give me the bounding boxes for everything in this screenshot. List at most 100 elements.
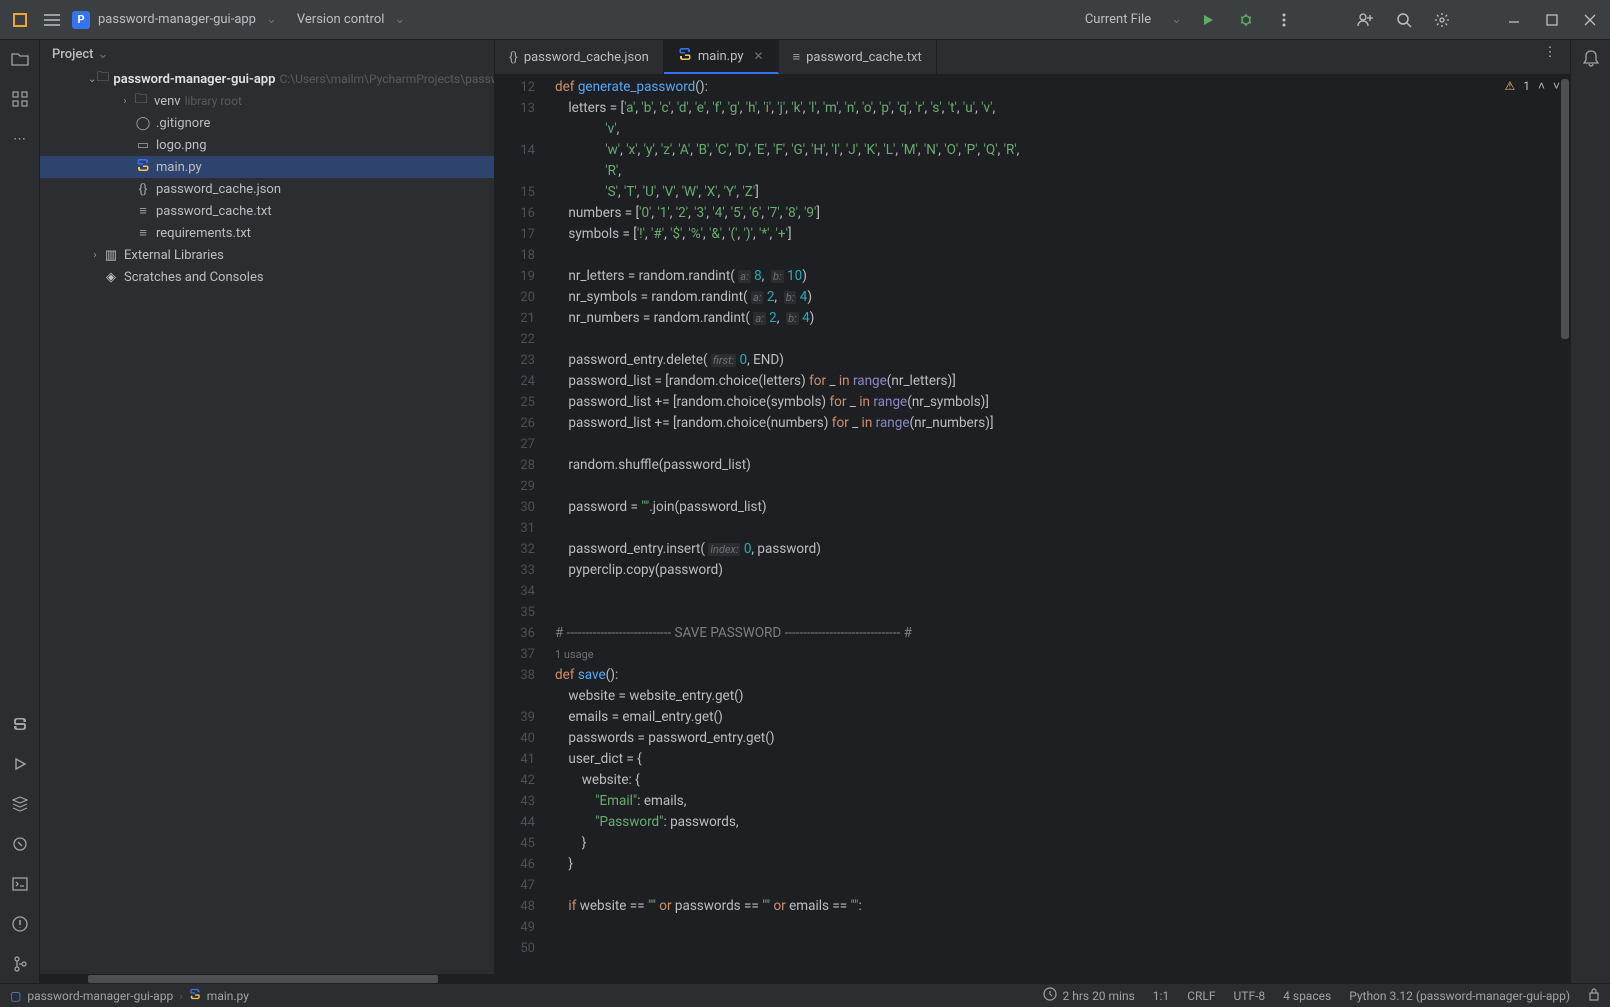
tree-scratches[interactable]: ◈ Scratches and Consoles bbox=[40, 266, 494, 288]
image-icon: ▭ bbox=[134, 138, 152, 153]
breadcrumb-root[interactable]: password-manager-gui-app bbox=[27, 989, 173, 1003]
breadcrumb-file[interactable]: main.py bbox=[207, 989, 249, 1003]
chevron-down-icon[interactable]: ⌄ bbox=[1171, 12, 1182, 27]
prev-highlight-icon[interactable]: ˄ bbox=[1538, 79, 1545, 93]
scrollbar-thumb[interactable] bbox=[88, 975, 438, 983]
tab-more-icon[interactable]: ⋮ bbox=[1538, 40, 1562, 64]
run-config-label[interactable]: Current File bbox=[1085, 12, 1151, 27]
structure-tool-icon[interactable] bbox=[9, 88, 31, 110]
minimize-icon[interactable] bbox=[1502, 8, 1526, 32]
tab-password-cache-json[interactable]: {} password_cache.json bbox=[495, 40, 664, 74]
status-bar: ▢ password-manager-gui-app › main.py 2 h… bbox=[0, 983, 1610, 1007]
python-packages-icon[interactable] bbox=[9, 833, 31, 855]
status-time[interactable]: 2 hrs 20 mins bbox=[1063, 989, 1135, 1003]
toolbar-left: P password-manager-gui-app ⌄ Version con… bbox=[8, 8, 1085, 32]
maximize-icon[interactable] bbox=[1540, 8, 1564, 32]
warning-count: 1 bbox=[1523, 79, 1530, 93]
project-tool-icon[interactable] bbox=[9, 48, 31, 70]
tree-item-label: main.py bbox=[156, 160, 202, 175]
search-icon[interactable] bbox=[1392, 8, 1416, 32]
json-icon: {} bbox=[134, 182, 152, 197]
project-panel-header[interactable]: Project ⌄ bbox=[40, 40, 494, 68]
editor-scrollbar-v[interactable] bbox=[1558, 75, 1570, 983]
folder-icon: 🗀 bbox=[132, 90, 150, 112]
chevron-right-icon[interactable]: › bbox=[118, 96, 132, 107]
chevron-down-icon[interactable]: ⌄ bbox=[88, 74, 96, 85]
python-icon bbox=[678, 47, 692, 65]
tree-venv[interactable]: › 🗀 venv library root bbox=[40, 90, 494, 112]
tree-requirements[interactable]: ≡ requirements.txt bbox=[40, 222, 494, 244]
project-name[interactable]: password-manager-gui-app bbox=[98, 12, 256, 27]
vcs-tool-icon[interactable] bbox=[9, 953, 31, 975]
tree-item-label: venv bbox=[154, 94, 181, 109]
scratches-icon: ◈ bbox=[102, 270, 120, 285]
right-tool-rail bbox=[1570, 40, 1610, 983]
statusbar-right: 2 hrs 20 mins 1:1 CRLF UTF-8 4 spaces Py… bbox=[1043, 987, 1601, 1004]
project-panel-title: Project bbox=[52, 47, 93, 62]
tab-main-py[interactable]: main.py ✕ bbox=[664, 40, 779, 74]
tab-password-cache-txt[interactable]: ≡ password_cache.txt bbox=[779, 40, 937, 74]
txt-icon: ≡ bbox=[134, 225, 152, 241]
editor-body: 1213 14 15161718192021222324252627282930… bbox=[495, 75, 1570, 983]
txt-icon: ≡ bbox=[134, 203, 152, 219]
run-icon[interactable] bbox=[1196, 8, 1220, 32]
project-badge[interactable]: P bbox=[72, 11, 90, 29]
statusbar-left: ▢ password-manager-gui-app › main.py bbox=[10, 988, 1043, 1003]
tree-gitignore[interactable]: ◯ .gitignore bbox=[40, 112, 494, 134]
left-tool-rail: ⋯ bbox=[0, 40, 40, 983]
status-encoding[interactable]: UTF-8 bbox=[1234, 989, 1266, 1003]
tree-mainpy[interactable]: main.py bbox=[40, 156, 494, 178]
chevron-right-icon[interactable]: › bbox=[88, 250, 102, 261]
tree-root-path: C:\Users\mailm\PycharmProjects\password bbox=[279, 72, 494, 86]
tree-item-label: password_cache.txt bbox=[156, 204, 272, 219]
txt-icon: ≡ bbox=[793, 49, 801, 65]
close-icon[interactable]: ✕ bbox=[753, 49, 763, 63]
tree-json-cache[interactable]: {} password_cache.json bbox=[40, 178, 494, 200]
app-menu-icon[interactable] bbox=[8, 8, 32, 32]
scrollbar-thumb[interactable] bbox=[1561, 79, 1569, 339]
tree-item-label: logo.png bbox=[156, 138, 207, 153]
clock-icon bbox=[1043, 987, 1057, 1004]
warning-icon: ⚠ bbox=[1504, 79, 1515, 93]
debug-icon[interactable] bbox=[1234, 8, 1258, 32]
problems-icon[interactable] bbox=[9, 913, 31, 935]
more-icon[interactable] bbox=[1272, 8, 1296, 32]
python-console-icon[interactable] bbox=[9, 713, 31, 735]
notifications-icon[interactable] bbox=[1580, 48, 1602, 70]
gitignore-icon: ◯ bbox=[134, 116, 152, 131]
tree-logo[interactable]: ▭ logo.png bbox=[40, 134, 494, 156]
lock-icon[interactable] bbox=[1588, 987, 1600, 1004]
status-caret-pos[interactable]: 1:1 bbox=[1153, 989, 1169, 1003]
tree-external-libs[interactable]: › ▥ External Libraries bbox=[40, 244, 494, 266]
code-with-me-icon[interactable] bbox=[1354, 8, 1378, 32]
close-icon[interactable] bbox=[1578, 8, 1602, 32]
tree-root-name: password-manager-gui-app bbox=[113, 72, 275, 87]
more-tool-icon[interactable]: ⋯ bbox=[9, 128, 31, 150]
services-icon[interactable] bbox=[9, 793, 31, 815]
editor-area: {} password_cache.json main.py ✕ ≡ passw… bbox=[495, 40, 1570, 983]
project-scrollbar[interactable] bbox=[40, 973, 494, 983]
json-icon: {} bbox=[509, 50, 518, 65]
editor-inspection-widget[interactable]: ⚠ 1 ˄ ˅ bbox=[1504, 79, 1560, 93]
vcs-dropdown[interactable]: Version control bbox=[297, 12, 385, 27]
status-indent[interactable]: 4 spaces bbox=[1283, 989, 1331, 1003]
run-tool-icon[interactable] bbox=[9, 753, 31, 775]
terminal-icon[interactable] bbox=[9, 873, 31, 895]
tree-item-label: password_cache.json bbox=[156, 182, 281, 197]
status-eol[interactable]: CRLF bbox=[1187, 989, 1215, 1003]
editor-gutter[interactable]: 1213 14 15161718192021222324252627282930… bbox=[495, 75, 545, 983]
tree-item-label: Scratches and Consoles bbox=[124, 270, 264, 285]
venv-hint: library root bbox=[185, 94, 242, 108]
main-area: ⋯ Project ⌄ ⌄ 🗀 password-manager-gui-app… bbox=[0, 40, 1610, 983]
hamburger-icon[interactable] bbox=[40, 8, 64, 32]
chevron-down-icon[interactable]: ⌄ bbox=[266, 12, 277, 27]
status-interpreter[interactable]: Python 3.12 (password-manager-gui-app) bbox=[1349, 989, 1570, 1003]
project-tree[interactable]: ⌄ 🗀 password-manager-gui-app C:\Users\ma… bbox=[40, 68, 494, 973]
project-panel: Project ⌄ ⌄ 🗀 password-manager-gui-app C… bbox=[40, 40, 495, 983]
code-editor[interactable]: def generate_password(): letters = ['a',… bbox=[545, 75, 1570, 983]
chevron-down-icon[interactable]: ⌄ bbox=[97, 47, 108, 62]
tree-root[interactable]: ⌄ 🗀 password-manager-gui-app C:\Users\ma… bbox=[40, 68, 494, 90]
tree-txt-cache[interactable]: ≡ password_cache.txt bbox=[40, 200, 494, 222]
chevron-down-icon[interactable]: ⌄ bbox=[394, 12, 405, 27]
settings-icon[interactable] bbox=[1430, 8, 1454, 32]
